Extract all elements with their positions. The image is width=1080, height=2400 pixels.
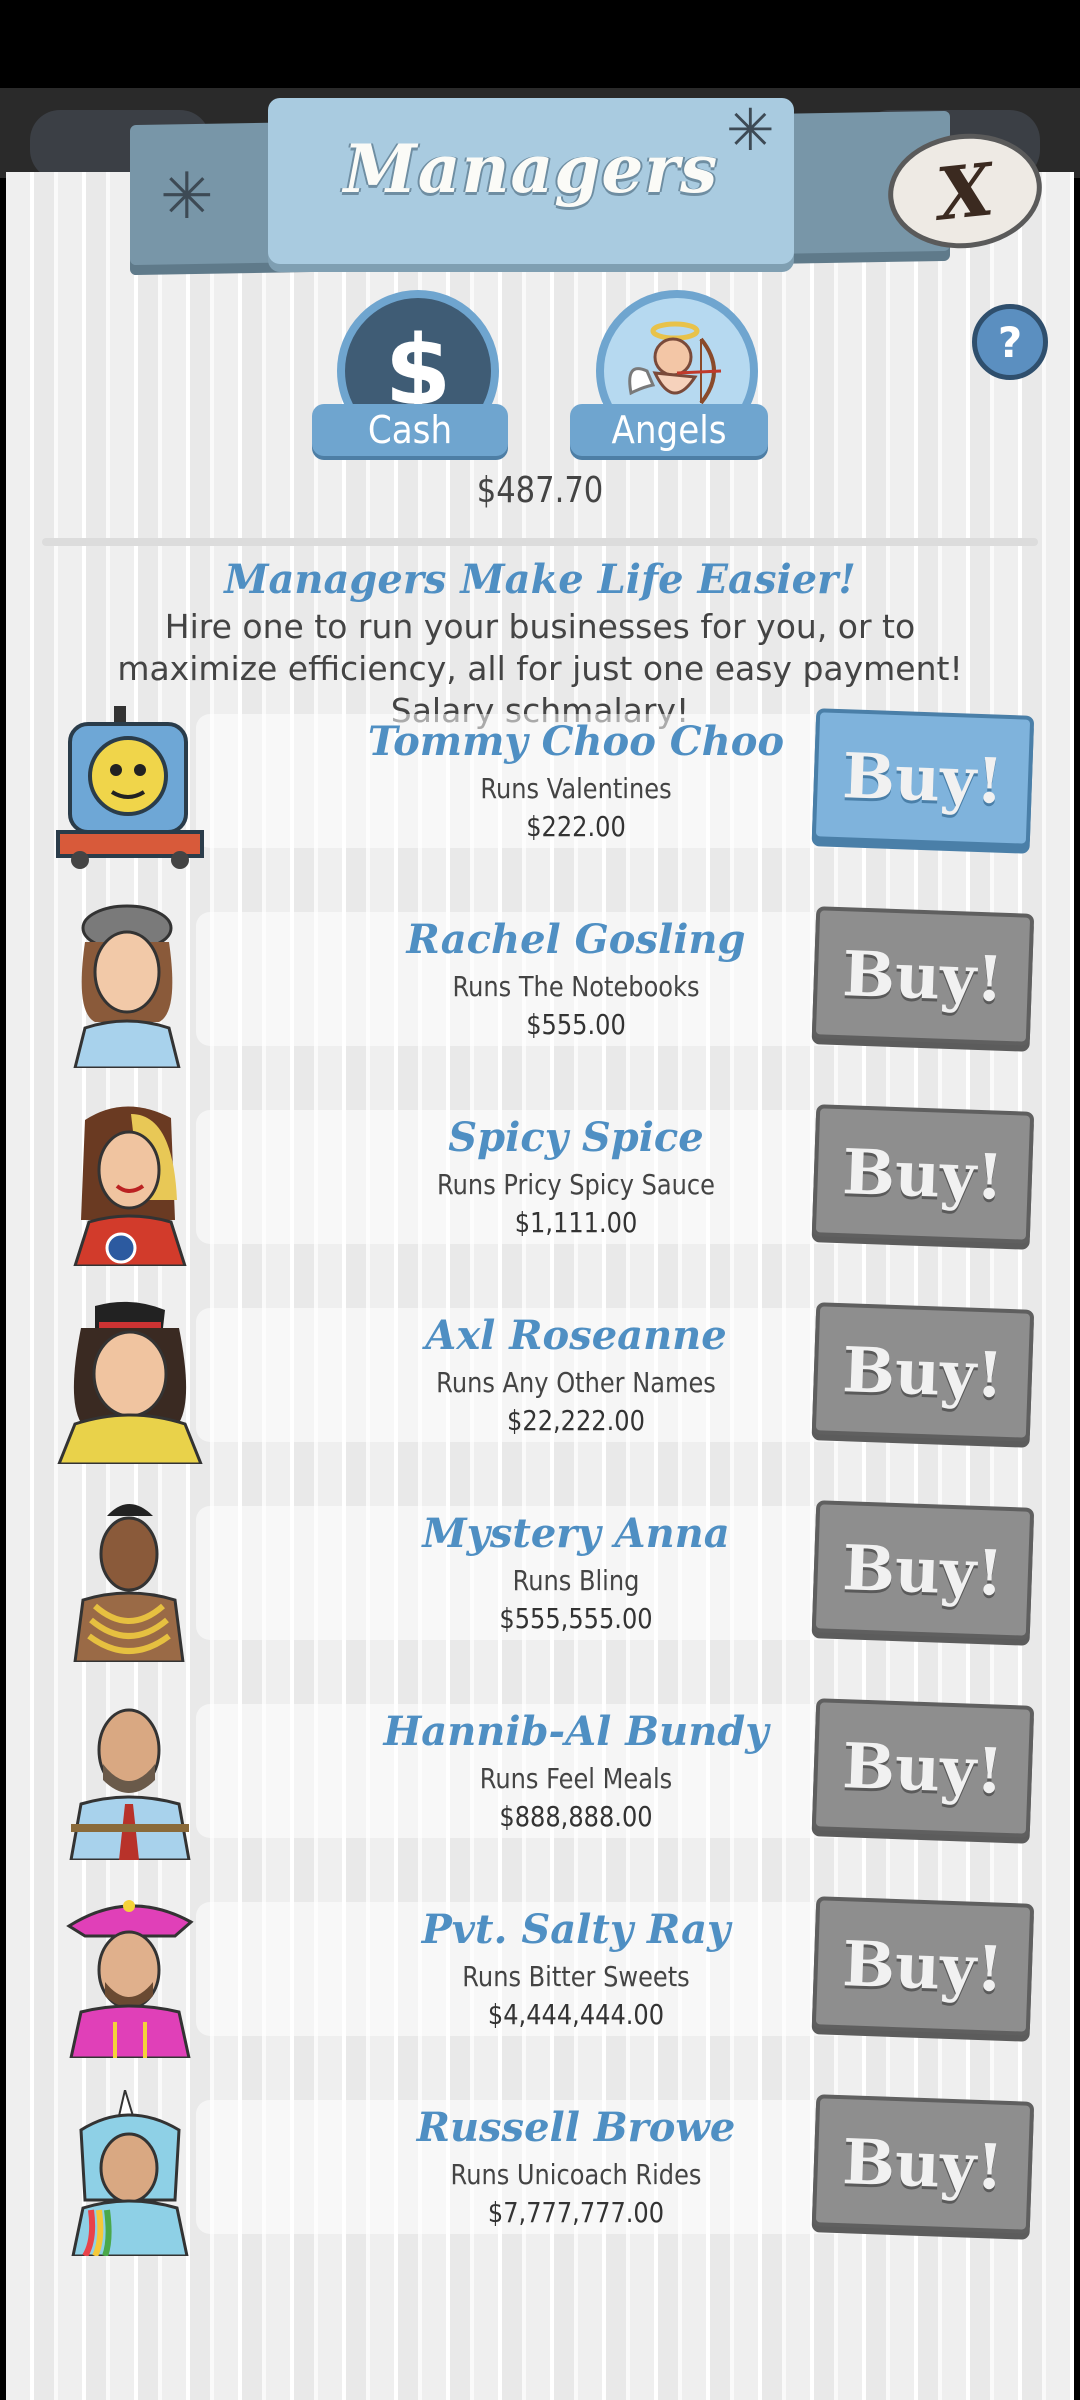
manager-price: $555,555.00 <box>499 1602 653 1635</box>
starburst-icon: ✳ <box>160 160 214 234</box>
tab-angels-label: Angels <box>570 404 768 456</box>
cash-balance: $487.70 <box>476 470 604 511</box>
manager-row: Russell Browe Runs Unicoach Rides $7,777… <box>36 2090 1046 2260</box>
manager-portrait <box>42 1890 218 2058</box>
manager-price: $7,777,777.00 <box>487 2196 665 2229</box>
buy-button[interactable]: Buy! <box>811 1896 1035 2036</box>
tab-angels[interactable]: Angels <box>570 290 768 456</box>
manager-price: $555.00 <box>526 1008 626 1041</box>
tab-cash-label: Cash <box>312 404 508 456</box>
manager-business: Runs Feel Meals <box>479 1762 673 1795</box>
manager-business: Runs The Notebooks <box>452 970 700 1003</box>
page-title: Managers <box>343 130 719 208</box>
help-button[interactable]: ? <box>972 304 1048 380</box>
manager-row: Mystery Anna Runs Bling $555,555.00 Buy! <box>36 1496 1046 1666</box>
manager-price: $4,444,444.00 <box>487 1998 665 2031</box>
manager-portrait <box>42 900 218 1068</box>
manager-row: Tommy Choo Choo Runs Valentines $222.00 … <box>36 704 1046 874</box>
manager-portrait <box>42 1494 218 1662</box>
manager-business: Runs Pricy Spicy Sauce <box>437 1168 715 1201</box>
divider <box>42 538 1038 546</box>
manager-business: Runs Valentines <box>480 772 672 805</box>
tagline: Managers Make Life Easier! <box>224 556 856 603</box>
manager-row: Hannib-Al Bundy Runs Feel Meals $888,888… <box>36 1694 1046 1864</box>
train-manager-portrait <box>42 702 218 870</box>
tab-cash[interactable]: $ Cash <box>312 290 508 456</box>
buy-button[interactable]: Buy! <box>811 1698 1035 1838</box>
manager-portrait <box>42 2088 218 2256</box>
status-bar <box>0 0 1080 88</box>
manager-portrait <box>42 1296 218 1464</box>
buy-button[interactable]: Buy! <box>811 1104 1035 1244</box>
manager-row: Pvt. Salty Ray Runs Bitter Sweets $4,444… <box>36 1892 1046 2062</box>
manager-price: $1,111.00 <box>514 1206 638 1239</box>
buy-button[interactable]: Buy! <box>811 1500 1035 1640</box>
buy-button[interactable]: Buy! <box>811 1302 1035 1442</box>
manager-price: $888,888.00 <box>499 1800 653 1833</box>
manager-business: Runs Bitter Sweets <box>462 1960 690 1993</box>
buy-button[interactable]: Buy! <box>811 906 1035 1046</box>
manager-price: $222.00 <box>526 810 626 843</box>
manager-business: Runs Any Other Names <box>436 1366 716 1399</box>
manager-row: Rachel Gosling Runs The Notebooks $555.0… <box>36 902 1046 1072</box>
manager-portrait <box>42 1692 218 1860</box>
buy-button[interactable]: Buy! <box>811 2094 1035 2234</box>
manager-row: Axl Roseanne Runs Any Other Names $22,22… <box>36 1298 1046 1468</box>
manager-business: Runs Bling <box>512 1564 640 1597</box>
buy-button[interactable]: Buy! <box>811 708 1035 848</box>
manager-price: $22,222.00 <box>507 1404 645 1437</box>
manager-portrait <box>42 1098 218 1266</box>
manager-row: Spicy Spice Runs Pricy Spicy Sauce $1,11… <box>36 1100 1046 1270</box>
manager-business: Runs Unicoach Rides <box>450 2158 702 2191</box>
